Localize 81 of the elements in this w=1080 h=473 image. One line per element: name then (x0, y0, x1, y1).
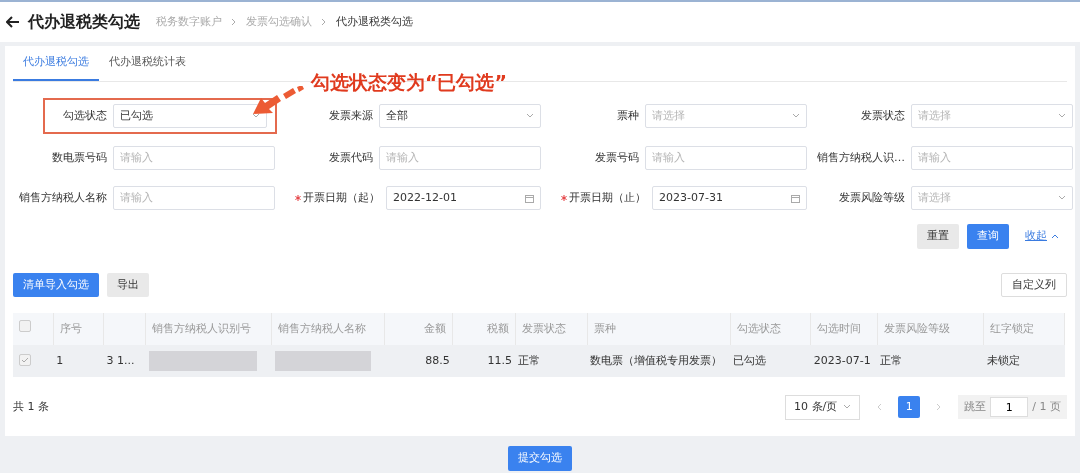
input-field[interactable]: 请输入 (911, 146, 1073, 170)
table-cell: 1 (56, 353, 64, 367)
tab[interactable]: 代办退税勾选 (13, 46, 99, 81)
column-header: 销售方纳税人识别号 (152, 321, 252, 335)
column-header: 勾选状态 (736, 321, 781, 335)
field-label: 发票状态 (860, 107, 905, 124)
collapse-link[interactable]: 收起 (1017, 228, 1067, 245)
chevron-icon (320, 18, 328, 26)
column-header: 红字锁定 (990, 321, 1035, 335)
field-label: 开票日期（止） (569, 189, 646, 206)
dropdown-icon (526, 113, 534, 119)
dropdown-icon (252, 113, 260, 119)
annotation-arrow (253, 86, 305, 116)
breadcrumb-item[interactable]: 税务数字账户 (156, 13, 222, 31)
column-header: 销售方纳税人名称 (278, 321, 367, 335)
table-cell: 数电票（增值税专用发票） (590, 353, 723, 367)
column-header: 勾选时间 (817, 321, 862, 335)
date-field[interactable]: 2022-12-01 (386, 186, 541, 210)
jump-label: 跳至 (964, 399, 987, 415)
select-field[interactable]: 请选择 (645, 104, 807, 128)
field-label: 发票风险等级 (838, 189, 905, 206)
column-header: 税额 (486, 321, 509, 335)
tab[interactable]: 代办退税统计表 (99, 46, 196, 81)
field-label: 发票来源 (328, 107, 373, 124)
dropdown-icon (843, 404, 852, 411)
column-header: 票种 (593, 321, 616, 335)
column-header: 序号 (59, 321, 82, 335)
page-jump-field[interactable]: 1 (990, 397, 1029, 418)
export-button[interactable]: 导出 (107, 272, 149, 297)
column-header: 发票状态 (521, 321, 566, 335)
checkbox[interactable] (19, 320, 31, 333)
back-arrow-icon[interactable] (6, 16, 20, 28)
chevron-up-icon (1051, 233, 1059, 240)
dropdown-icon (792, 113, 800, 119)
input-field[interactable]: 请输入 (379, 146, 541, 170)
table-cell: 已勾选 (733, 353, 767, 367)
breadcrumb-item: 代办退税类勾选 (336, 13, 413, 30)
dropdown-icon (1058, 113, 1066, 119)
annotation-text: 勾选状态变为“已勾选” (311, 70, 507, 95)
input-field[interactable]: 请输入 (645, 146, 807, 170)
calendar-icon (791, 193, 800, 203)
field-label: 勾选状态 (62, 107, 107, 124)
query-button[interactable]: 查询 (967, 224, 1009, 249)
total-count: 共 1 条 (13, 399, 49, 415)
field-label: 票种 (616, 107, 639, 124)
select-field[interactable]: 全部 (379, 104, 541, 128)
page-button[interactable]: 1 (898, 396, 921, 419)
date-field[interactable]: 2023-07-31 (652, 186, 807, 210)
dropdown-icon (1058, 195, 1066, 201)
select-field[interactable]: 请选择 (911, 104, 1073, 128)
breadcrumb-item[interactable]: 发票勾选确认 (246, 13, 312, 31)
page-title: 代办退税类勾选 (28, 11, 140, 33)
table-cell: 正常 (518, 353, 541, 367)
select-field[interactable]: 请选择 (911, 186, 1073, 210)
table-cell: 未锁定 (986, 353, 1020, 367)
table-cell: 3 1... (106, 353, 135, 367)
chevron-icon (230, 18, 238, 26)
submit-button[interactable]: 提交勾选 (508, 446, 572, 471)
page-size-select[interactable]: 10 条/页 (785, 395, 861, 420)
select-field[interactable]: 已勾选 (113, 104, 267, 128)
table-cell: 11.5 (487, 353, 513, 367)
column-header: 发票风险等级 (883, 321, 950, 335)
import-button[interactable]: 清单导入勾选 (13, 272, 99, 297)
field-label: 数电票号码 (51, 149, 107, 166)
table-cell: 2023-07-1 (813, 353, 871, 367)
page-total: / 1 页 (1032, 399, 1061, 415)
field-label: 销售方纳税人识… (816, 149, 905, 166)
table-cell: 正常 (880, 353, 903, 367)
field-label: 发票代码 (328, 149, 373, 166)
column-header: 金额 (424, 321, 447, 335)
field-label: 开票日期（起） (303, 189, 380, 206)
input-field[interactable]: 请输入 (113, 186, 275, 210)
check-icon (21, 355, 29, 364)
reset-button[interactable]: 重置 (917, 224, 959, 249)
custom-columns-button[interactable]: 自定义列 (1001, 272, 1067, 297)
input-field[interactable]: 请输入 (113, 146, 275, 170)
checkbox[interactable] (19, 353, 31, 366)
table-cell: 88.5 (425, 353, 450, 367)
calendar-icon (525, 193, 534, 203)
field-label: 销售方纳税人名称 (18, 189, 107, 206)
field-label: 发票号码 (594, 149, 639, 166)
